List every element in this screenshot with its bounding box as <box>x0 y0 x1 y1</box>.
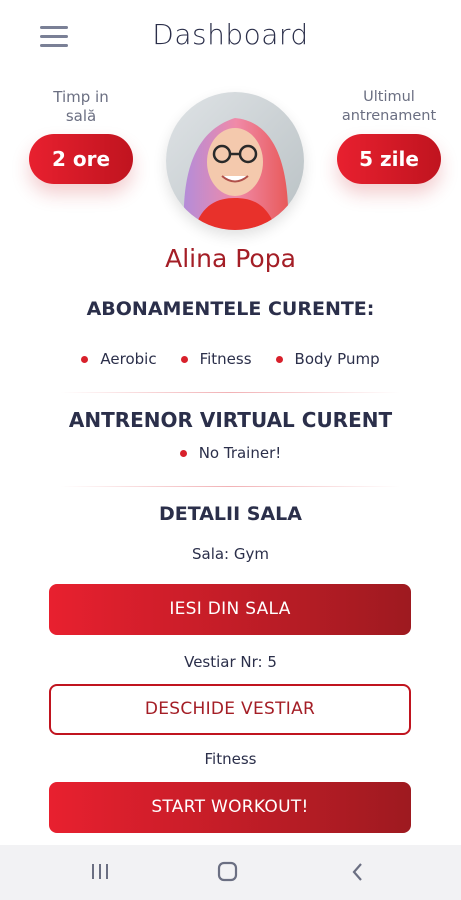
subscriptions-title: ABONAMENTELE CURENTE: <box>86 298 375 320</box>
list-item: Aerobic <box>81 350 157 368</box>
gym-name-text: Sala: Gym <box>191 545 269 563</box>
divider <box>60 392 400 393</box>
last-workout-value: 5 zile <box>337 134 441 184</box>
page-title: Dashboard <box>152 18 309 51</box>
bullet-icon <box>275 355 283 363</box>
list-item: No Trainer! <box>179 444 281 462</box>
time-in-gym-label: Timp in sală <box>53 88 109 125</box>
workout-type-text: Fitness <box>204 750 257 768</box>
user-photo-avatar <box>166 92 304 230</box>
divider <box>60 486 400 487</box>
subscriptions-list: Aerobic Fitness Body Pump <box>0 350 461 368</box>
list-item: Fitness <box>180 350 252 368</box>
recent-apps-icon[interactable] <box>90 861 110 887</box>
trainer-title: ANTRENOR VIRTUAL CURENT <box>68 408 393 432</box>
start-workout-button[interactable]: START WORKOUT! <box>49 782 411 833</box>
home-icon[interactable] <box>216 861 240 887</box>
app-header: Dashboard <box>0 0 461 80</box>
bullet-icon <box>179 449 187 457</box>
bullet-icon <box>180 355 188 363</box>
last-workout-stat: Ultimul antrenament 5 zile <box>334 88 444 184</box>
last-workout-label: Ultimul antrenament <box>341 89 437 124</box>
trainer-list: No Trainer! <box>0 444 461 462</box>
gym-details-title: DETALII SALA <box>158 503 302 525</box>
locker-number-text: Vestiar Nr: 5 <box>184 653 277 671</box>
bullet-icon <box>81 355 89 363</box>
user-name: Alina Popa <box>165 244 296 273</box>
system-navigation-bar <box>0 845 461 900</box>
list-item: Body Pump <box>275 350 380 368</box>
open-locker-button[interactable]: DESCHIDE VESTIAR <box>49 684 411 735</box>
exit-gym-button[interactable]: IESI DIN SALA <box>49 584 411 635</box>
time-in-gym-value: 2 ore <box>29 134 133 184</box>
back-icon[interactable] <box>350 861 366 887</box>
avatar <box>166 92 304 230</box>
time-in-gym-stat: Timp in sală 2 ore <box>26 88 136 184</box>
